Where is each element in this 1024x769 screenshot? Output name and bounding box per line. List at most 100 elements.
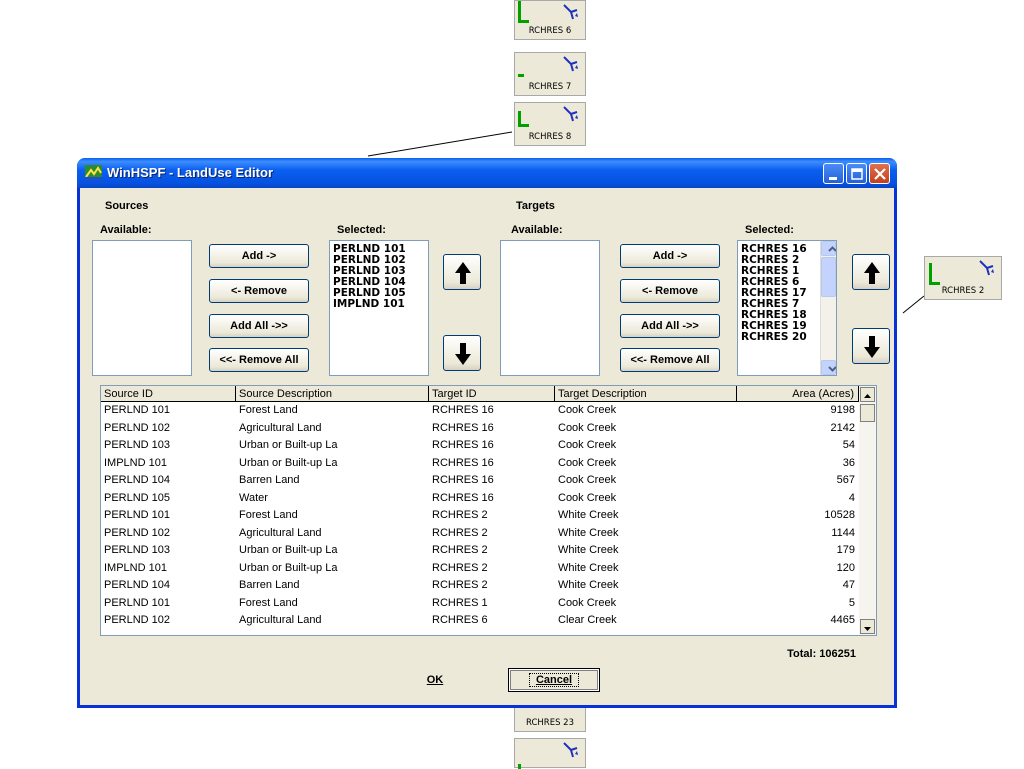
- cell-area[interactable]: 4465: [737, 612, 859, 630]
- cell-area[interactable]: 9198: [737, 402, 859, 420]
- cell-target-id[interactable]: RCHRES 2: [429, 560, 555, 578]
- cell-area[interactable]: 47: [737, 577, 859, 595]
- cell-source-description[interactable]: Barren Land: [236, 577, 429, 595]
- cell-target-id[interactable]: RCHRES 16: [429, 455, 555, 473]
- cell-area[interactable]: 54: [737, 437, 859, 455]
- cell-source-description[interactable]: Forest Land: [236, 595, 429, 613]
- cell-target-id[interactable]: RCHRES 16: [429, 402, 555, 420]
- title-bar[interactable]: WinHSPF - LandUse Editor: [77, 158, 897, 188]
- cell-source-id[interactable]: PERLND 103: [101, 542, 236, 560]
- cell-source-description[interactable]: Agricultural Land: [236, 420, 429, 438]
- landuse-grid[interactable]: Source ID Source Description Target ID T…: [100, 385, 877, 636]
- sources-remove-all-button[interactable]: <<- Remove All: [209, 348, 309, 372]
- targets-move-down-button[interactable]: [852, 328, 890, 364]
- close-button[interactable]: [869, 163, 890, 184]
- sources-selected-list[interactable]: PERLND 101 PERLND 102 PERLND 103 PERLND …: [329, 240, 429, 376]
- table-row[interactable]: PERLND 104 Barren Land RCHRES 16 Cook Creek…: [101, 472, 859, 490]
- cell-source-description[interactable]: Agricultural Land: [236, 612, 429, 630]
- cell-target-description[interactable]: Cook Creek: [555, 595, 737, 613]
- cell-source-id[interactable]: PERLND 101: [101, 507, 236, 525]
- cell-area[interactable]: 2142: [737, 420, 859, 438]
- cell-target-description[interactable]: White Creek: [555, 560, 737, 578]
- cell-target-description[interactable]: Cook Creek: [555, 455, 737, 473]
- cell-area[interactable]: 120: [737, 560, 859, 578]
- cell-source-id[interactable]: PERLND 105: [101, 490, 236, 508]
- cell-source-description[interactable]: Forest Land: [236, 507, 429, 525]
- cell-target-description[interactable]: Cook Creek: [555, 402, 737, 420]
- node-rchres-6[interactable]: RCHRES 6: [514, 0, 586, 40]
- maximize-button[interactable]: [846, 163, 867, 184]
- cell-target-id[interactable]: RCHRES 2: [429, 577, 555, 595]
- cell-target-description[interactable]: Cook Creek: [555, 437, 737, 455]
- table-row[interactable]: PERLND 103 Urban or Built-up La RCHRES 2 Wh…: [101, 542, 859, 560]
- table-row[interactable]: IMPLND 101 Urban or Built-up La RCHRES 16 C…: [101, 455, 859, 473]
- targets-selected-scrollbar[interactable]: [820, 241, 836, 375]
- cell-source-id[interactable]: PERLND 101: [101, 402, 236, 420]
- cell-source-id[interactable]: PERLND 104: [101, 472, 236, 490]
- cell-source-id[interactable]: PERLND 103: [101, 437, 236, 455]
- cell-area[interactable]: 36: [737, 455, 859, 473]
- sources-remove-button[interactable]: <- Remove: [209, 279, 309, 303]
- cell-target-id[interactable]: RCHRES 16: [429, 437, 555, 455]
- cell-source-description[interactable]: Water: [236, 490, 429, 508]
- scroll-thumb[interactable]: [821, 257, 836, 297]
- node-rchres-23[interactable]: RCHRES 23: [514, 704, 586, 732]
- node-rchres-7[interactable]: RCHRES 7: [514, 52, 586, 96]
- table-row[interactable]: PERLND 101 Forest Land RCHRES 2 White Creek…: [101, 507, 859, 525]
- targets-add-all-button[interactable]: Add All ->>: [620, 314, 720, 338]
- column-header-target-id[interactable]: Target ID: [429, 386, 555, 402]
- table-row[interactable]: PERLND 102 Agricultural Land RCHRES 6 Clear…: [101, 612, 859, 630]
- cell-area[interactable]: 567: [737, 472, 859, 490]
- cancel-button[interactable]: Cancel: [508, 668, 600, 692]
- node-partial[interactable]: [514, 738, 586, 769]
- cell-source-id[interactable]: IMPLND 101: [101, 455, 236, 473]
- cell-target-id[interactable]: RCHRES 1: [429, 595, 555, 613]
- cell-source-id[interactable]: PERLND 102: [101, 420, 236, 438]
- cell-source-id[interactable]: PERLND 102: [101, 612, 236, 630]
- cell-source-id[interactable]: PERLND 104: [101, 577, 236, 595]
- table-row[interactable]: PERLND 102 Agricultural Land RCHRES 16 Cook…: [101, 420, 859, 438]
- cell-target-description[interactable]: Clear Creek: [555, 612, 737, 630]
- cell-target-id[interactable]: RCHRES 6: [429, 612, 555, 630]
- node-rchres-2[interactable]: RCHRES 2: [924, 256, 1002, 300]
- cell-source-description[interactable]: Urban or Built-up La: [236, 560, 429, 578]
- list-item[interactable]: IMPLND 101: [330, 299, 428, 310]
- cell-source-description[interactable]: Agricultural Land: [236, 525, 429, 543]
- column-header-source-description[interactable]: Source Description: [236, 386, 429, 402]
- targets-move-up-button[interactable]: [852, 254, 890, 290]
- targets-selected-list[interactable]: RCHRES 16 RCHRES 2 RCHRES 1 RCHRES 6 RCH…: [737, 240, 837, 376]
- cell-area[interactable]: 1144: [737, 525, 859, 543]
- cell-area[interactable]: 5: [737, 595, 859, 613]
- minimize-button[interactable]: [823, 163, 844, 184]
- node-rchres-8[interactable]: RCHRES 8: [514, 102, 586, 146]
- cell-source-description[interactable]: Barren Land: [236, 472, 429, 490]
- scroll-down-button[interactable]: [821, 360, 836, 375]
- cell-target-id[interactable]: RCHRES 2: [429, 507, 555, 525]
- cell-area[interactable]: 179: [737, 542, 859, 560]
- cell-target-id[interactable]: RCHRES 16: [429, 472, 555, 490]
- cell-source-id[interactable]: PERLND 101: [101, 595, 236, 613]
- cell-target-description[interactable]: Cook Creek: [555, 472, 737, 490]
- cell-target-description[interactable]: White Creek: [555, 542, 737, 560]
- table-row[interactable]: PERLND 103 Urban or Built-up La RCHRES 16 C…: [101, 437, 859, 455]
- ok-button[interactable]: OK: [389, 668, 481, 692]
- targets-available-list[interactable]: [500, 240, 600, 376]
- sources-available-list[interactable]: [92, 240, 192, 376]
- scroll-up-button[interactable]: [821, 241, 836, 256]
- column-header-target-description[interactable]: Target Description: [555, 386, 737, 402]
- table-row[interactable]: PERLND 102 Agricultural Land RCHRES 2 White…: [101, 525, 859, 543]
- cell-target-description[interactable]: White Creek: [555, 577, 737, 595]
- cell-source-id[interactable]: PERLND 102: [101, 525, 236, 543]
- sources-move-up-button[interactable]: [443, 254, 481, 290]
- targets-add-button[interactable]: Add ->: [620, 244, 720, 268]
- targets-remove-all-button[interactable]: <<- Remove All: [620, 348, 720, 372]
- cell-source-description[interactable]: Urban or Built-up La: [236, 437, 429, 455]
- column-header-area[interactable]: Area (Acres): [737, 386, 859, 402]
- cell-target-description[interactable]: Cook Creek: [555, 490, 737, 508]
- cell-target-id[interactable]: RCHRES 16: [429, 490, 555, 508]
- column-header-source-id[interactable]: Source ID: [101, 386, 236, 402]
- table-row[interactable]: PERLND 101 Forest Land RCHRES 1 Cook Creek 5: [101, 595, 859, 613]
- sources-move-down-button[interactable]: [443, 335, 481, 371]
- cell-target-description[interactable]: White Creek: [555, 525, 737, 543]
- cell-area[interactable]: 4: [737, 490, 859, 508]
